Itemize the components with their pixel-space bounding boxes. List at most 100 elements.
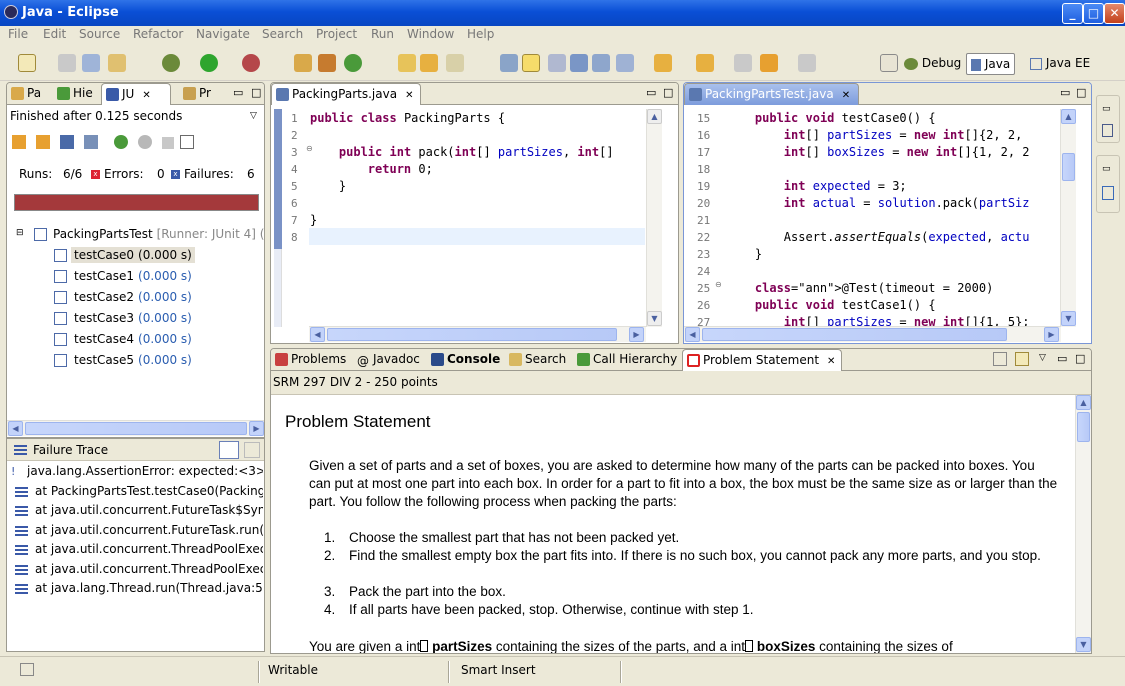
fast-view-icon[interactable] bbox=[20, 663, 34, 676]
show-failures-only-icon[interactable] bbox=[60, 135, 74, 149]
rerun-failed-icon[interactable] bbox=[138, 135, 152, 149]
print-icon[interactable] bbox=[82, 54, 100, 72]
tab-search[interactable]: Search bbox=[505, 349, 571, 371]
scroll-up-icon[interactable]: ▲ bbox=[1061, 109, 1076, 124]
search-icon[interactable] bbox=[446, 54, 464, 72]
restore-icon[interactable]: ▭ bbox=[1102, 104, 1111, 114]
trace-line[interactable]: at java.util.concurrent.FutureTask$Syn bbox=[35, 503, 263, 517]
collapse-icon[interactable]: ⊟ bbox=[16, 228, 24, 238]
scroll-right-icon[interactable]: ▶ bbox=[629, 327, 644, 342]
minimize-view-icon[interactable]: ▭ bbox=[1057, 352, 1067, 365]
mark-occurrences-icon[interactable] bbox=[522, 54, 540, 72]
toggle-breadcrumb-icon[interactable] bbox=[500, 54, 518, 72]
prev-annotation-icon[interactable] bbox=[696, 54, 714, 72]
trace-line[interactable]: at java.util.concurrent.ThreadPoolExecu bbox=[35, 542, 263, 556]
view-menu-icon[interactable]: ▽ bbox=[250, 111, 257, 121]
trace-line[interactable]: at java.util.concurrent.FutureTask.run( bbox=[35, 523, 263, 537]
tab-console[interactable]: Console bbox=[427, 349, 503, 371]
editor1-horizontal-scrollbar[interactable]: ◀ ▶ bbox=[309, 326, 646, 342]
scroll-left-icon[interactable]: ◀ bbox=[310, 327, 325, 342]
scroll-lock-icon[interactable] bbox=[84, 135, 98, 149]
junit-scroll-thumb[interactable] bbox=[25, 422, 247, 435]
trace-line[interactable]: java.lang.AssertionError: expected:<3> bbox=[27, 464, 263, 478]
compare-icon[interactable] bbox=[616, 54, 634, 72]
trace-line[interactable]: at java.util.concurrent.ThreadPoolExecu bbox=[35, 562, 263, 576]
test-case-row[interactable]: testCase2 (0.000 s) bbox=[71, 289, 195, 305]
scroll-left-icon[interactable]: ◀ bbox=[8, 421, 23, 436]
scroll-up-icon[interactable]: ▲ bbox=[647, 109, 662, 124]
hierarchy-icon[interactable] bbox=[1102, 186, 1114, 200]
minimize-view-icon[interactable]: ▭ bbox=[233, 86, 243, 99]
tab-problem-statement[interactable]: Problem Statement ✕ bbox=[682, 349, 842, 371]
junit-horizontal-scrollbar[interactable]: ◀ ▶ bbox=[7, 420, 264, 436]
last-edit-icon[interactable] bbox=[734, 54, 752, 72]
new-class-icon[interactable] bbox=[344, 54, 362, 72]
maximize-view-icon[interactable]: □ bbox=[251, 86, 261, 99]
new-java-project-icon[interactable] bbox=[294, 54, 312, 72]
editor2-horizontal-scrollbar[interactable]: ◀ ▶ bbox=[684, 326, 1061, 342]
debug-icon[interactable] bbox=[162, 54, 180, 72]
maximize-view-icon[interactable]: □ bbox=[663, 86, 673, 99]
problem-scroll-thumb[interactable] bbox=[1077, 412, 1090, 442]
editor1-scroll-thumb[interactable] bbox=[327, 328, 617, 341]
maximize-view-icon[interactable]: □ bbox=[1076, 86, 1086, 99]
back-icon[interactable] bbox=[760, 54, 778, 72]
tab-junit[interactable]: JU ✕ bbox=[101, 83, 171, 105]
history-icon[interactable] bbox=[180, 135, 194, 149]
pilcrow-icon[interactable] bbox=[592, 54, 610, 72]
tree-root[interactable]: PackingPartsTest [Runner: JUnit 4] ( bbox=[53, 227, 264, 241]
forward-icon[interactable] bbox=[798, 54, 816, 72]
menu-project[interactable]: Project bbox=[316, 27, 357, 41]
test-case-row[interactable]: testCase3 (0.000 s) bbox=[71, 310, 195, 326]
editor2-scroll-thumb[interactable] bbox=[1062, 153, 1075, 181]
rerun-icon[interactable] bbox=[114, 135, 128, 149]
maximize-view-icon[interactable]: □ bbox=[1075, 352, 1085, 365]
new-icon[interactable] bbox=[18, 54, 36, 72]
open-folder-icon[interactable] bbox=[420, 54, 438, 72]
outline-icon[interactable] bbox=[1102, 124, 1113, 137]
trace-line[interactable]: at java.lang.Thread.run(Thread.java:59 bbox=[35, 581, 263, 595]
tab-problems[interactable]: Problems bbox=[271, 349, 353, 371]
test-case-row[interactable]: testCase0 (0.000 s) bbox=[71, 247, 195, 263]
next-failure-icon[interactable] bbox=[12, 135, 26, 149]
close-icon[interactable]: ✕ bbox=[142, 90, 150, 101]
test-case-row[interactable]: testCase1 (0.000 s) bbox=[71, 268, 195, 284]
tab-problems-left[interactable]: Pr bbox=[179, 83, 225, 105]
tab-javadoc[interactable]: @ Javadoc bbox=[353, 349, 425, 371]
perspective-java[interactable]: Java bbox=[966, 53, 1016, 75]
perspective-javaee[interactable]: Java EE bbox=[1026, 53, 1094, 75]
tab-call-hierarchy[interactable]: Call Hierarchy bbox=[573, 349, 681, 371]
close-icon[interactable]: ✕ bbox=[405, 90, 413, 101]
stop-icon[interactable] bbox=[162, 137, 174, 149]
open-type-icon[interactable] bbox=[398, 54, 416, 72]
compare-result-icon[interactable] bbox=[244, 442, 260, 458]
scroll-down-icon[interactable]: ▼ bbox=[1076, 637, 1091, 652]
close-icon[interactable]: ✕ bbox=[842, 90, 850, 101]
menu-window[interactable]: Window bbox=[407, 27, 454, 41]
tab-hierarchy[interactable]: Hie bbox=[53, 83, 101, 105]
filter-stack-icon[interactable] bbox=[219, 441, 239, 459]
perspective-debug[interactable]: Debug bbox=[900, 53, 965, 75]
scroll-right-icon[interactable]: ▶ bbox=[1044, 327, 1059, 342]
editor2-scroll-thumb-h[interactable] bbox=[702, 328, 1007, 341]
fold-icon[interactable]: ⊖ bbox=[715, 280, 722, 289]
tab-package-explorer[interactable]: Pa bbox=[7, 83, 53, 105]
block-selection-icon[interactable] bbox=[548, 54, 566, 72]
next-annotation-icon[interactable] bbox=[654, 54, 672, 72]
scroll-down-icon[interactable]: ▼ bbox=[647, 311, 662, 326]
editor2-code[interactable]: public void testCase0() { int[] partSize… bbox=[726, 110, 1059, 326]
scroll-right-icon[interactable]: ▶ bbox=[249, 421, 264, 436]
restore-icon[interactable]: ▭ bbox=[1102, 164, 1111, 174]
test-case-row[interactable]: testCase4 (0.000 s) bbox=[71, 331, 195, 347]
new-view-icon[interactable] bbox=[1015, 352, 1029, 366]
menu-source[interactable]: Source bbox=[79, 27, 120, 41]
minimize-view-icon[interactable]: ▭ bbox=[646, 86, 656, 99]
scroll-down-icon[interactable]: ▼ bbox=[1061, 311, 1076, 326]
wizard-icon[interactable] bbox=[108, 54, 126, 72]
menu-search[interactable]: Search bbox=[262, 27, 303, 41]
menu-file[interactable]: File bbox=[8, 27, 28, 41]
tab-packingparts-java[interactable]: PackingParts.java ✕ bbox=[271, 83, 421, 105]
new-package-icon[interactable] bbox=[318, 54, 336, 72]
maximize-button[interactable]: □ bbox=[1083, 3, 1104, 24]
editor1-vertical-scrollbar[interactable]: ▲ ▼ bbox=[646, 109, 662, 327]
